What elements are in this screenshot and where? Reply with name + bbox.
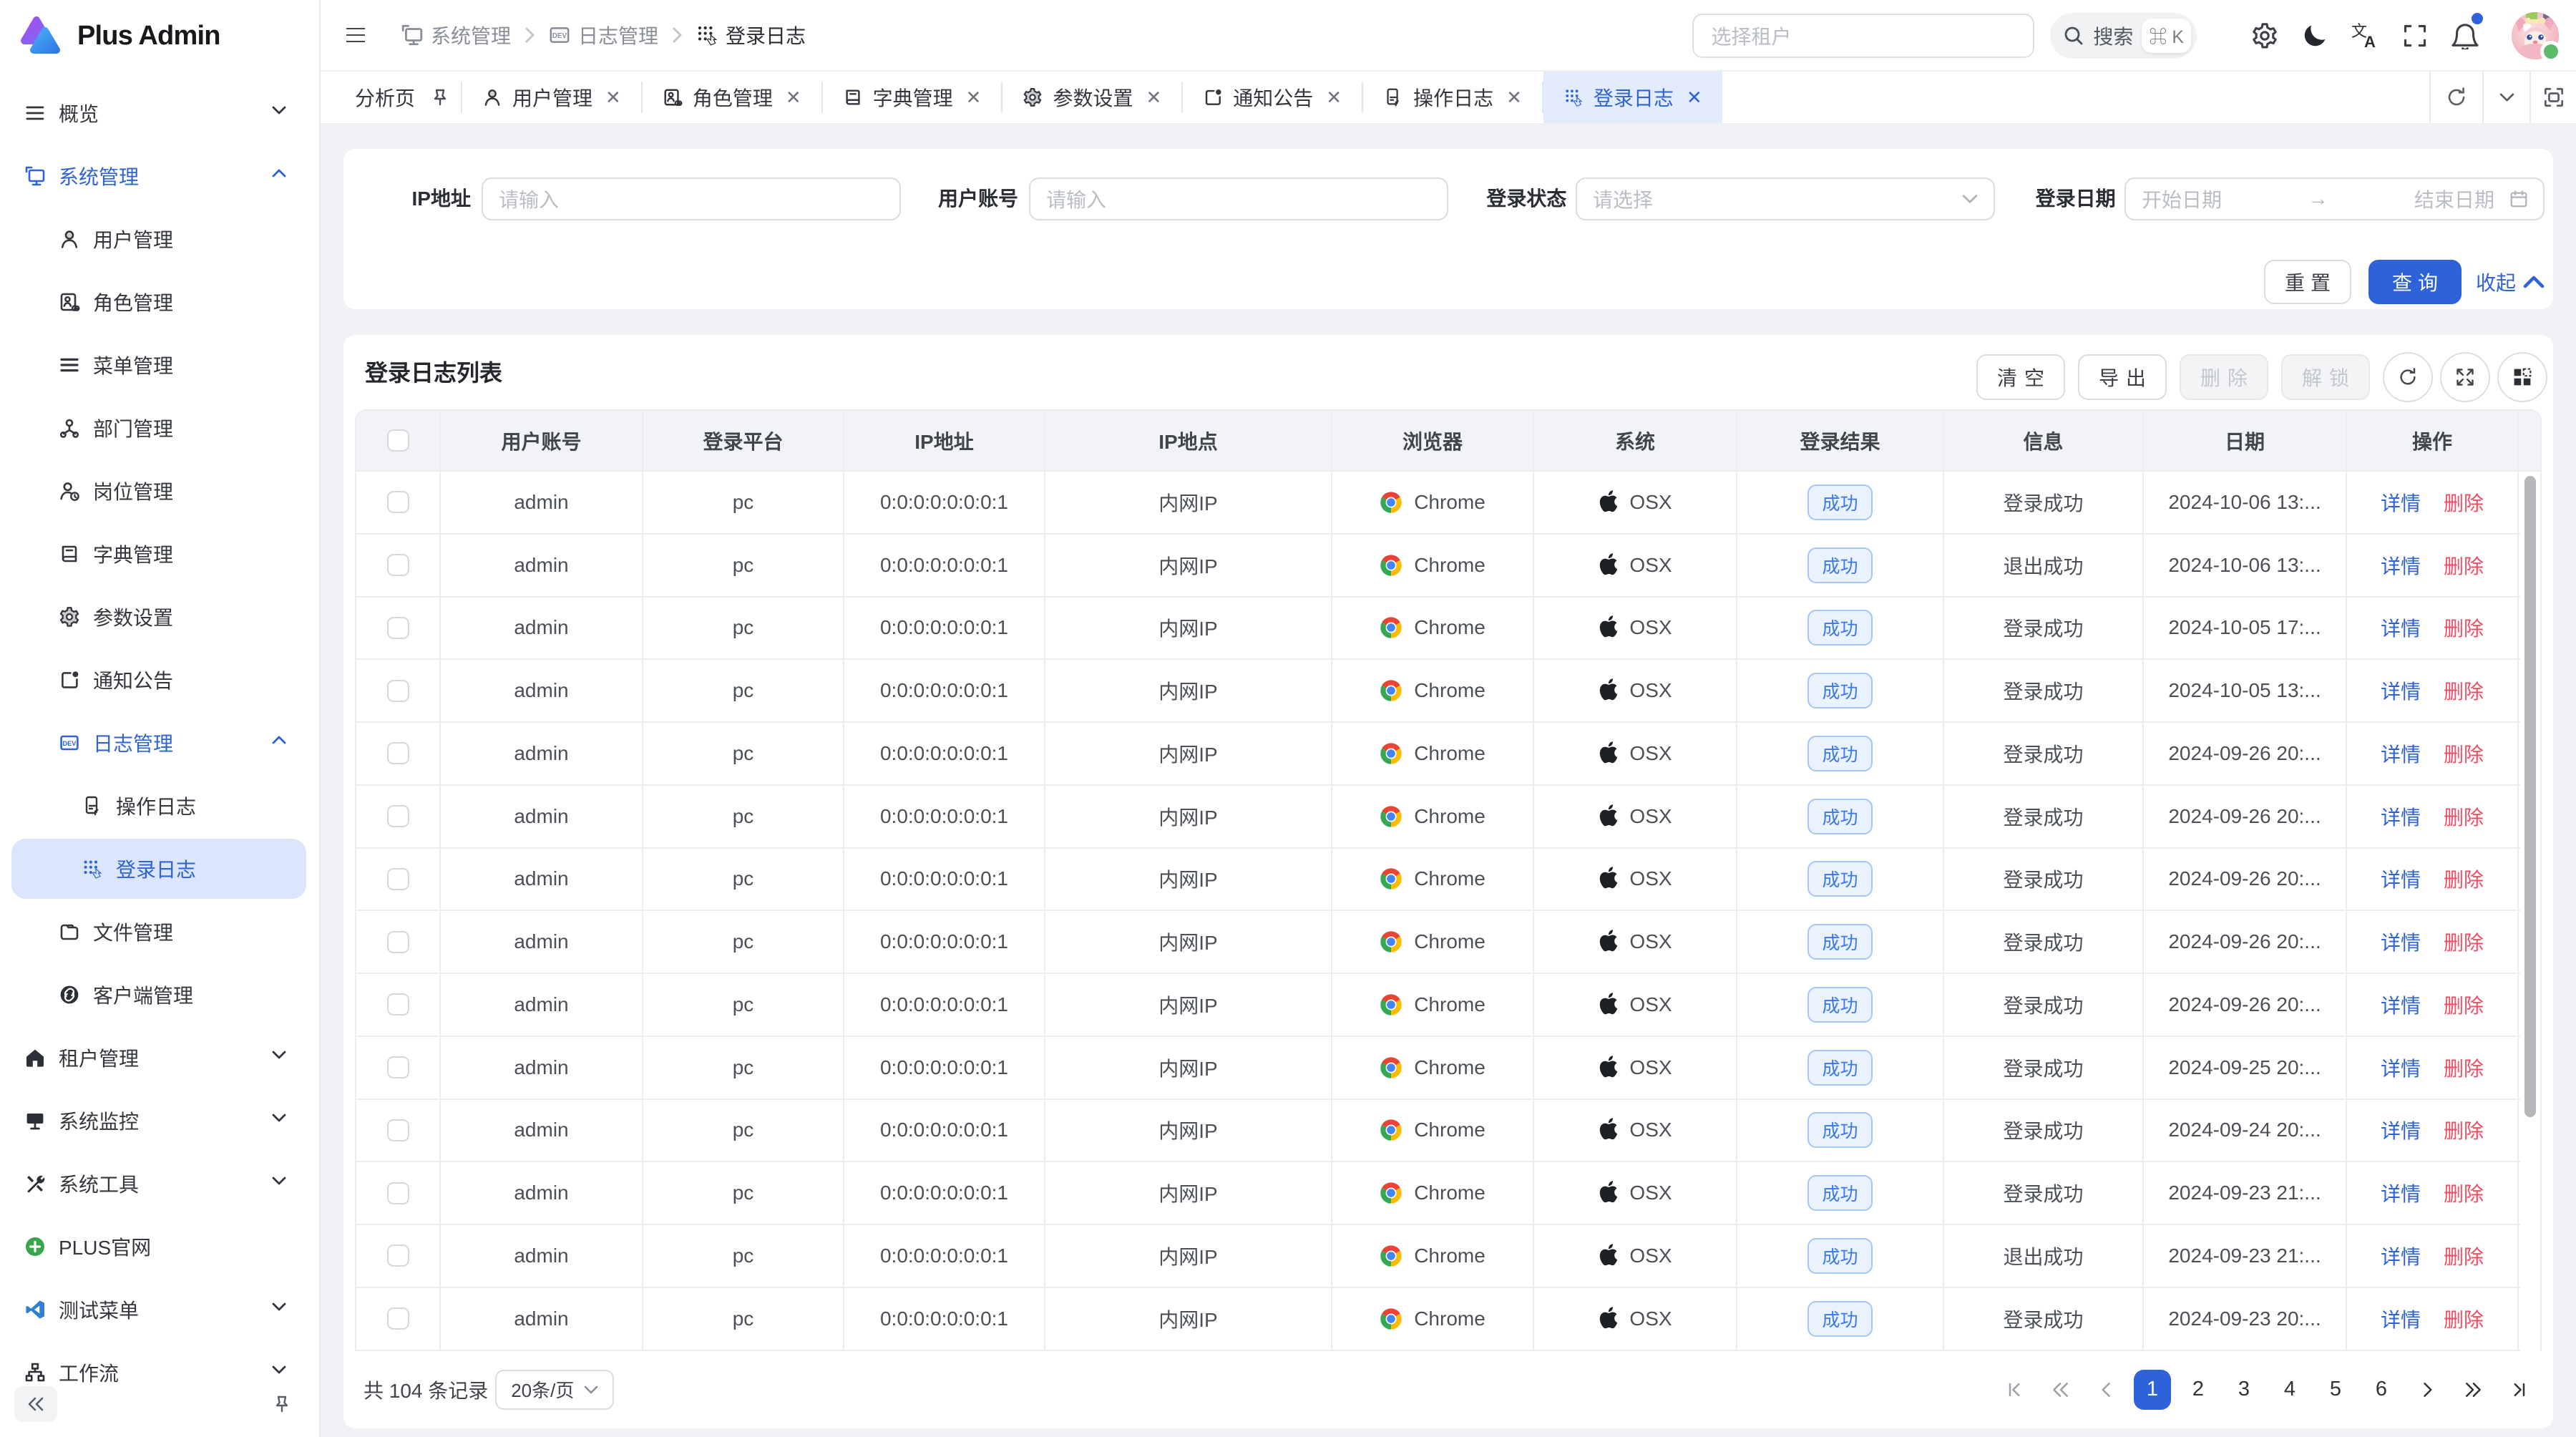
svg-text:A: A xyxy=(2364,33,2376,49)
svg-text:DEV: DEV xyxy=(552,32,567,40)
svg-text:DEV: DEV xyxy=(63,740,77,747)
